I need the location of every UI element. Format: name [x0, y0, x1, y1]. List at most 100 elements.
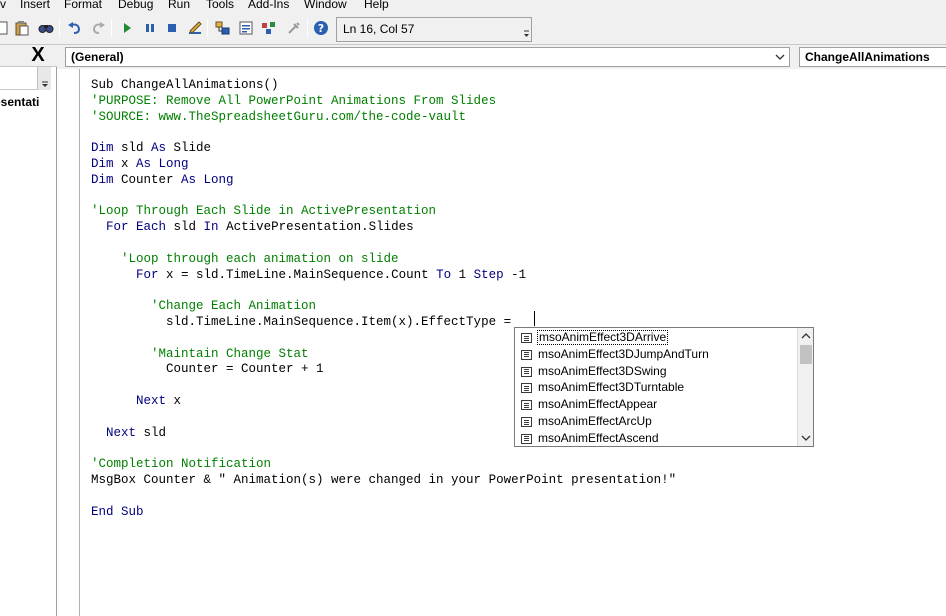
code-line: Counter = Counter + 1 — [91, 361, 324, 377]
object-browser-icon[interactable] — [261, 20, 277, 36]
code-keyword: As — [151, 141, 167, 156]
run-icon[interactable] — [119, 20, 135, 36]
code-line: For Each sld In ActivePresentation.Slide… — [91, 219, 414, 235]
code-comment: 'PURPOSE: Remove All PowerPoint Animatio… — [91, 93, 497, 108]
redo-icon[interactable] — [90, 20, 106, 36]
page-icon[interactable] — [0, 20, 10, 36]
code-comment: 'Maintain Change Stat — [91, 346, 309, 361]
code-text: -1 — [503, 267, 527, 282]
code-comment: 'Loop Through Each Slide in ActivePresen… — [91, 204, 437, 219]
code-text: Slide — [166, 141, 212, 156]
chevron-up-icon[interactable] — [799, 329, 813, 343]
project-tree-item[interactable]: esentati — [0, 95, 57, 109]
cursor-position-label: Ln 16, Col 57 — [343, 22, 415, 36]
find-icon[interactable] — [38, 20, 54, 36]
code-keyword: Dim — [91, 157, 114, 171]
text-caret — [534, 311, 535, 326]
properties-icon[interactable] — [238, 20, 254, 36]
autocomplete-item[interactable]: msoAnimEffectArcUp — [518, 414, 796, 430]
autocomplete-item[interactable]: msoAnimEffect3DSwing — [518, 364, 796, 380]
help-icon[interactable]: ? — [313, 20, 329, 36]
code-text: Counter — [113, 172, 182, 187]
autocomplete-list[interactable]: msoAnimEffect3DArrive msoAnimEffect3DJump… — [514, 327, 814, 447]
code-keyword: Dim — [91, 172, 114, 187]
project-explorer-icon[interactable] — [215, 20, 231, 36]
project-panel-header: X — [0, 45, 57, 67]
enum-constant-icon — [521, 349, 532, 360]
code-line: Sub ChangeAllAnimations() — [91, 77, 279, 93]
toolbar-separator — [59, 19, 60, 37]
object-dropdown-value: (General) — [71, 50, 124, 64]
menu-add-ins[interactable]: Add-Ins — [248, 0, 289, 11]
autocomplete-item-label: msoAnimEffect3DArrive — [537, 330, 669, 345]
menu-help[interactable]: Help — [364, 0, 389, 11]
code-text: x — [166, 394, 182, 408]
toolbar-grip-icon[interactable] — [522, 19, 531, 41]
break-icon[interactable] — [142, 20, 158, 36]
code-line: 'Completion Notification — [91, 456, 271, 472]
autocomplete-scrollbar[interactable] — [797, 328, 813, 446]
enum-constant-icon — [521, 417, 532, 427]
code-keyword: Next — [106, 425, 137, 440]
autocomplete-item[interactable]: msoAnimEffectAppear — [518, 397, 796, 413]
code-keyword: To — [436, 267, 452, 282]
code-text: Sub ChangeAllAnimations() — [91, 78, 279, 92]
code-margin-indicator-bar[interactable] — [57, 69, 80, 616]
menu-run[interactable]: Run — [168, 0, 190, 11]
code-keyword: Dim — [91, 141, 114, 156]
procedure-dropdown[interactable]: ChangeAllAnimations — [799, 47, 946, 67]
enum-constant-icon — [521, 333, 532, 343]
code-line: End Sub — [91, 504, 144, 520]
code-combo-bar: (General) ChangeAllAnimations — [57, 45, 946, 69]
undo-icon[interactable] — [67, 20, 83, 36]
code-line: Next x — [91, 393, 181, 409]
close-icon[interactable]: X — [28, 45, 48, 65]
code-keyword: For — [136, 267, 159, 282]
design-mode-icon[interactable] — [187, 20, 203, 36]
project-panel-scrollbar[interactable] — [37, 67, 51, 90]
object-dropdown[interactable]: (General) — [65, 47, 790, 67]
scroll-thumb[interactable] — [800, 345, 812, 364]
code-text: x — [113, 157, 137, 171]
code-line: 'Maintain Change Stat — [91, 346, 309, 362]
toolbox-icon[interactable] — [286, 20, 302, 36]
code-comment: 'SOURCE: www.TheSpreadsheetGuru.com/the-… — [91, 109, 467, 124]
autocomplete-item[interactable]: msoAnimEffect3DJumpAndTurn — [518, 347, 796, 363]
code-text: 1 — [451, 267, 474, 282]
code-line: 'Loop Through Each Slide in ActivePresen… — [91, 203, 436, 219]
cursor-position-box: Ln 16, Col 57 — [336, 17, 532, 42]
code-keyword: For Each — [106, 220, 167, 235]
project-explorer-panel: X esentati — [0, 45, 57, 616]
autocomplete-item-label: msoAnimEffectArcUp — [538, 414, 652, 428]
reset-icon[interactable] — [164, 20, 180, 36]
code-comment: 'Completion Notification — [91, 457, 272, 472]
enum-constant-icon — [521, 383, 532, 394]
code-line: 'Loop through each animation on slide — [91, 251, 399, 267]
menu-tools[interactable]: Tools — [206, 0, 234, 11]
code-text: x = sld.TimeLine.MainSequence.Count — [158, 267, 437, 282]
toolbar-separator — [307, 19, 308, 37]
menu-format[interactable]: Format — [64, 0, 102, 11]
autocomplete-item-label: msoAnimEffectAscend — [538, 430, 659, 445]
code-text: sld — [166, 220, 204, 235]
menu-insert[interactable]: Insert — [20, 0, 50, 11]
menu-debug[interactable]: Debug — [118, 0, 153, 11]
autocomplete-item[interactable]: msoAnimEffect3DTurntable — [518, 380, 796, 396]
code-line: For x = sld.TimeLine.MainSequence.Count … — [91, 267, 526, 283]
code-text: MsgBox Counter & " Animation(s) were cha… — [91, 473, 677, 487]
code-line: sld.TimeLine.MainSequence.Item(x).Effect… — [91, 314, 511, 330]
menu-view[interactable]: v — [0, 0, 6, 11]
paste-icon[interactable] — [14, 20, 30, 36]
toolbar-separator — [111, 19, 112, 37]
code-text: sld — [113, 141, 152, 156]
chevron-down-icon[interactable] — [799, 431, 813, 445]
autocomplete-item[interactable]: msoAnimEffect3DArrive — [518, 330, 796, 346]
menu-window[interactable]: Window — [304, 0, 347, 11]
code-keyword: As Long — [181, 172, 234, 187]
enum-constant-icon — [521, 433, 532, 444]
autocomplete-item[interactable]: msoAnimEffectAscend — [518, 431, 796, 447]
svg-text:?: ? — [318, 22, 324, 35]
